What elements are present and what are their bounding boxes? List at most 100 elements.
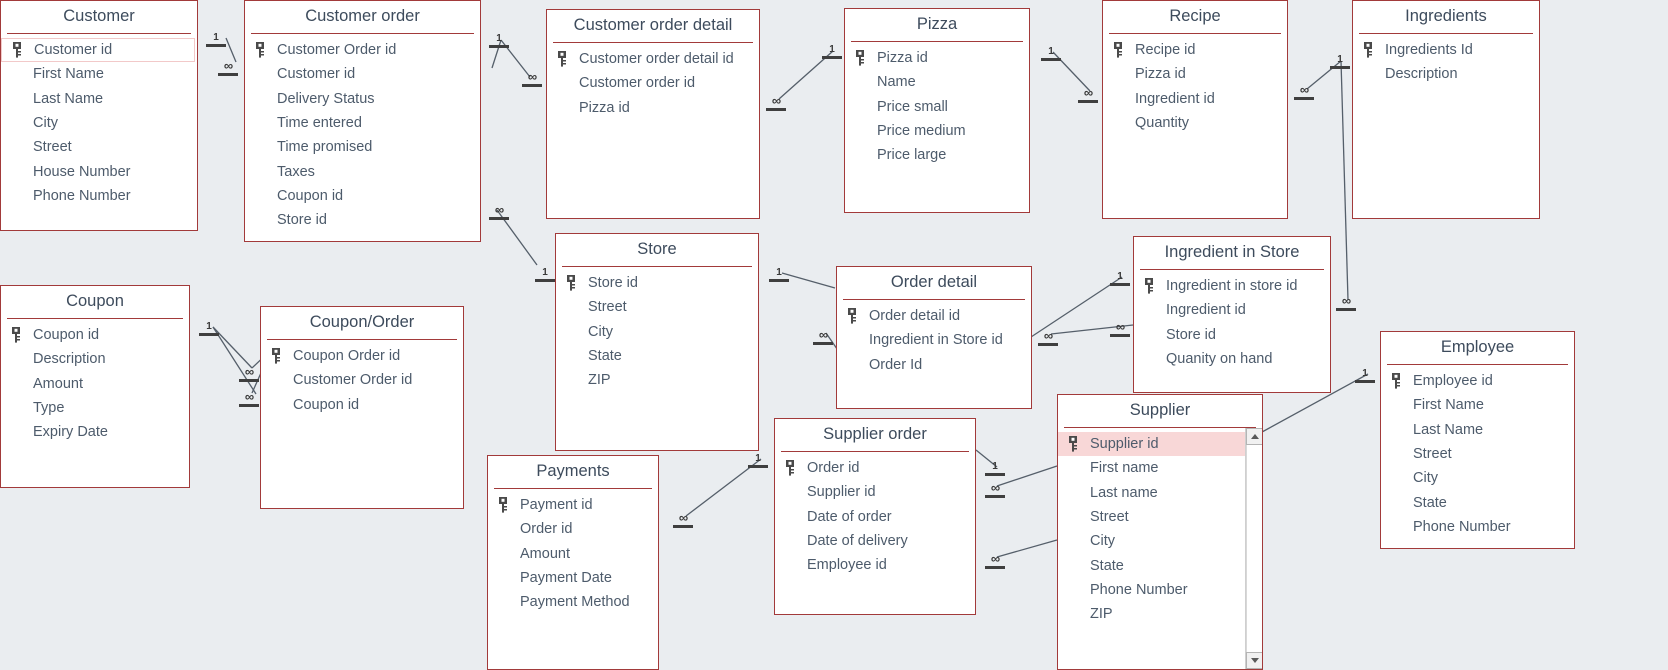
field-row[interactable]: City <box>556 320 758 344</box>
table-window-supplier[interactable]: Supplier Supplier id First name Last name St… <box>1057 394 1263 670</box>
field-row[interactable]: Pizza id <box>1103 62 1287 86</box>
field-row[interactable]: Store id <box>556 271 758 295</box>
field-row[interactable]: Street <box>556 295 758 319</box>
field-row[interactable]: Last Name <box>1381 418 1574 442</box>
table-window-ingredient-in-store[interactable]: Ingredient in Store Ingredient in store i… <box>1133 236 1331 393</box>
field-row[interactable]: Last Name <box>1 87 197 111</box>
field-row[interactable]: Taxes <box>245 159 480 183</box>
relationship-line[interactable] <box>996 539 1058 558</box>
relationship-line[interactable] <box>1030 276 1123 338</box>
field-row[interactable]: Quantity <box>1103 111 1287 135</box>
relationship-line[interactable] <box>500 39 531 78</box>
relationship-line[interactable] <box>491 39 502 69</box>
field-row[interactable]: Ingredient in Store id <box>837 328 1031 352</box>
field-row[interactable]: Order Id <box>837 353 1031 377</box>
scrollbar-track[interactable] <box>1246 444 1262 652</box>
field-row[interactable]: Time promised <box>245 135 480 159</box>
field-row[interactable]: Supplier id <box>1058 431 1262 457</box>
field-row[interactable]: Coupon id <box>1 323 189 347</box>
field-row[interactable]: Price small <box>845 95 1029 119</box>
field-row[interactable]: Delivery Status <box>245 87 480 111</box>
field-row[interactable]: Coupon id <box>261 393 463 417</box>
relationship-line[interactable] <box>975 449 998 468</box>
table-window-pizza[interactable]: Pizza Pizza id Name Price small Price medium… <box>844 8 1030 213</box>
field-row[interactable]: ZIP <box>1058 602 1262 626</box>
field-row[interactable]: Ingredient id <box>1103 87 1287 111</box>
field-row[interactable]: Description <box>1353 62 1539 86</box>
field-row[interactable]: Coupon id <box>245 184 480 208</box>
relationship-line[interactable] <box>778 50 834 100</box>
field-row[interactable]: First name <box>1058 456 1262 480</box>
relationship-line[interactable] <box>225 37 237 63</box>
relationship-line[interactable] <box>996 465 1058 487</box>
field-row[interactable]: City <box>1 111 197 135</box>
relationship-line[interactable] <box>1306 60 1342 90</box>
field-row[interactable]: Recipe id <box>1103 38 1287 62</box>
field-row[interactable]: Employee id <box>1381 369 1574 393</box>
table-window-supplier-order[interactable]: Supplier order Order id Supplier id Date of… <box>774 418 976 615</box>
table-window-ingredients[interactable]: Ingredients Ingredients Id Description <box>1352 0 1540 219</box>
field-row[interactable]: Customer id <box>1 37 195 63</box>
relationship-line[interactable] <box>1050 324 1134 335</box>
vertical-scrollbar-supplier[interactable] <box>1245 427 1262 669</box>
relationships-canvas[interactable]: Customer Customer id First Name Last Name Ci… <box>0 0 1668 670</box>
scroll-down-button[interactable] <box>1246 652 1262 669</box>
table-window-payments[interactable]: Payments Payment id Order id Amount Payment … <box>487 455 659 670</box>
table-window-order-detail[interactable]: Order detail Order detail id Ingredient in… <box>836 266 1032 409</box>
field-row[interactable]: House Number <box>1 159 197 183</box>
field-row[interactable]: Description <box>1 347 189 371</box>
field-row[interactable]: Date of order <box>775 505 975 529</box>
field-row[interactable]: Coupon Order id <box>261 344 463 368</box>
scroll-up-button[interactable] <box>1246 427 1262 445</box>
field-row[interactable]: Pizza id <box>845 46 1029 70</box>
field-row[interactable]: Street <box>1381 442 1574 466</box>
field-row[interactable]: Last name <box>1058 481 1262 505</box>
field-row[interactable]: Store id <box>1134 323 1330 347</box>
field-row[interactable]: Customer order detail id <box>547 47 759 71</box>
field-row[interactable]: Phone Number <box>1381 515 1574 539</box>
table-window-customer-order[interactable]: Customer order Customer Order id Customer … <box>244 0 481 242</box>
field-row[interactable]: State <box>1058 553 1262 577</box>
field-row[interactable]: City <box>1381 466 1574 490</box>
table-window-recipe[interactable]: Recipe Recipe id Pizza id Ingredient id Quan… <box>1102 0 1288 219</box>
field-row[interactable]: Amount <box>488 542 658 566</box>
field-row[interactable]: Expiry Date <box>1 420 189 444</box>
field-row[interactable]: Order id <box>488 517 658 541</box>
field-row[interactable]: Phone Number <box>1058 578 1262 602</box>
field-row[interactable]: Ingredient in store id <box>1134 274 1330 298</box>
table-window-coupon-order[interactable]: Coupon/Order Coupon Order id Customer Orde… <box>260 306 464 509</box>
field-row[interactable]: Ingredient id <box>1134 298 1330 322</box>
field-row[interactable]: Time entered <box>245 111 480 135</box>
relationship-line[interactable] <box>496 209 538 266</box>
field-row[interactable]: Quanity on hand <box>1134 347 1330 371</box>
field-row[interactable]: First Name <box>1 62 197 86</box>
table-window-store[interactable]: Store Store id Street City State ZIP <box>555 233 759 451</box>
field-row[interactable]: Name <box>845 70 1029 94</box>
field-row[interactable]: State <box>1381 490 1574 514</box>
table-window-customer-order-detail[interactable]: Customer order detail Customer order deta… <box>546 9 760 219</box>
field-row[interactable]: ZIP <box>556 368 758 392</box>
field-row[interactable]: State <box>556 344 758 368</box>
field-row[interactable]: Customer order id <box>547 71 759 95</box>
field-row[interactable]: Customer id <box>245 62 480 86</box>
table-window-employee[interactable]: Employee Employee id First Name Last Name St… <box>1380 331 1575 549</box>
relationship-line[interactable] <box>212 326 257 395</box>
field-row[interactable]: Price large <box>845 143 1029 167</box>
field-row[interactable]: Store id <box>245 208 480 232</box>
field-row[interactable]: Customer Order id <box>261 368 463 392</box>
field-row[interactable]: Phone Number <box>1 184 197 208</box>
field-row[interactable]: Employee id <box>775 553 975 577</box>
field-row[interactable]: Street <box>1058 505 1262 529</box>
field-row[interactable]: Pizza id <box>547 96 759 120</box>
field-row[interactable]: Ingredients Id <box>1353 38 1539 62</box>
field-row[interactable]: Payment Method <box>488 590 658 614</box>
table-window-coupon[interactable]: Coupon Coupon id Description Amount Type Expi… <box>0 285 190 488</box>
relationship-line[interactable] <box>1340 60 1349 301</box>
field-row[interactable]: Order id <box>775 456 975 480</box>
field-row[interactable]: Type <box>1 396 189 420</box>
field-row[interactable]: Amount <box>1 372 189 396</box>
relationship-line[interactable] <box>1052 51 1091 92</box>
relationship-line[interactable] <box>781 272 836 289</box>
field-row[interactable]: Customer Order id <box>245 38 480 62</box>
field-row[interactable]: City <box>1058 529 1262 553</box>
